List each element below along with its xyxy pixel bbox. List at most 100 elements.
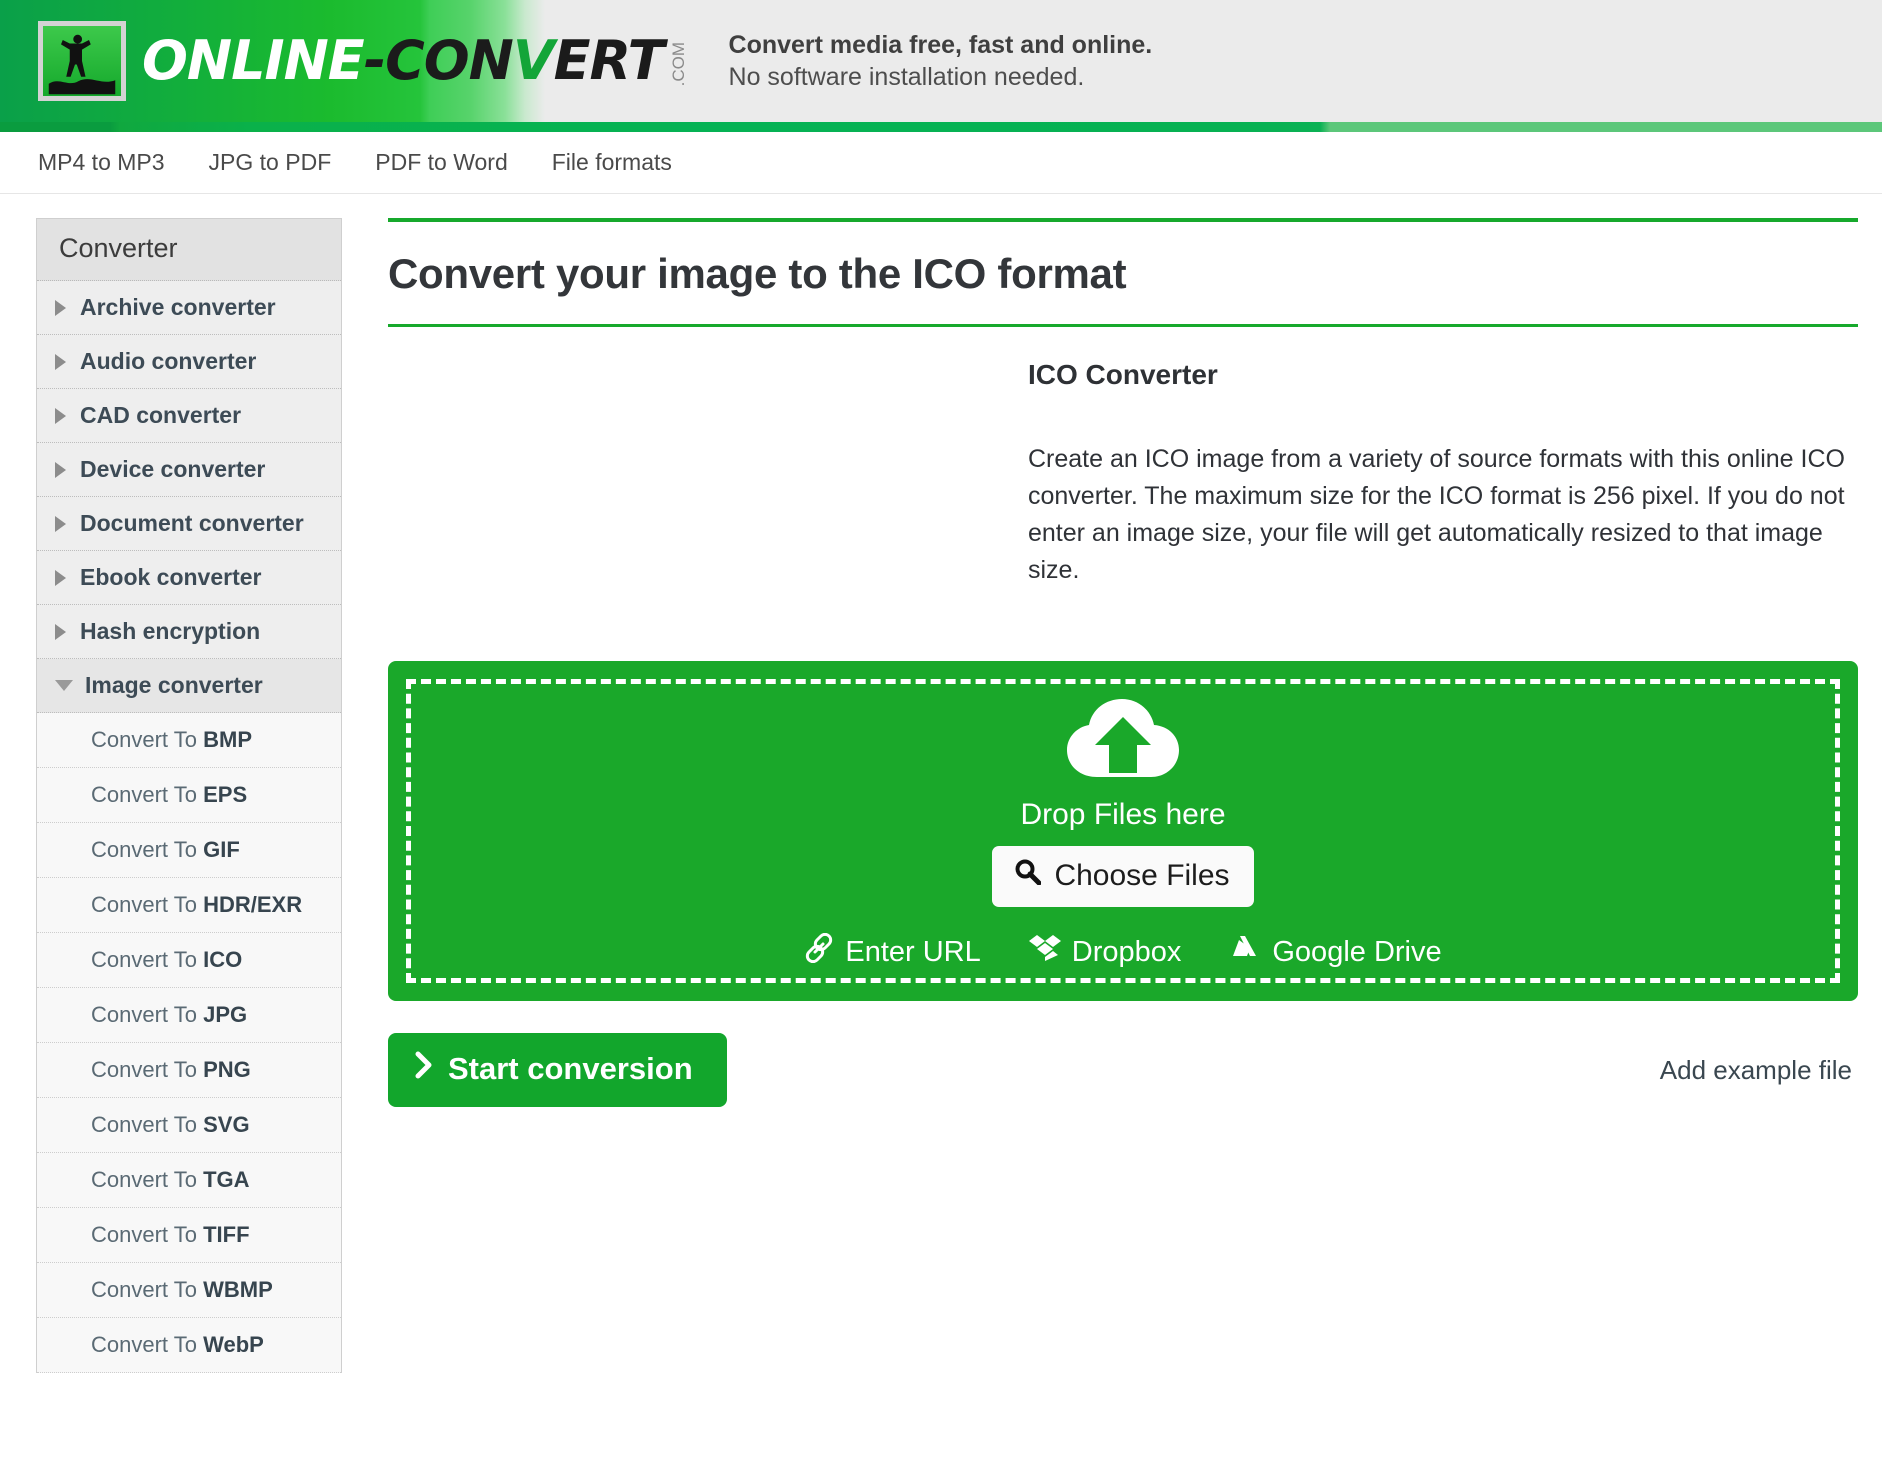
google-drive-icon bbox=[1229, 934, 1261, 970]
logo-text-online: ONLINE bbox=[142, 29, 364, 92]
logo-text-ert: ERT bbox=[554, 29, 664, 92]
sidebar-item-device-converter[interactable]: Device converter bbox=[37, 443, 341, 497]
main-content: Convert your image to the ICO format ICO… bbox=[378, 194, 1882, 1127]
subitem-prefix: Convert To bbox=[91, 1222, 203, 1247]
subitem-format: ICO bbox=[203, 947, 242, 972]
sidebar-item-image-converter[interactable]: Image converter bbox=[37, 659, 341, 713]
subitem-format: BMP bbox=[203, 727, 252, 752]
google-drive-link[interactable]: Google Drive bbox=[1229, 934, 1441, 970]
action-row: Start conversion Add example file bbox=[388, 1033, 1858, 1127]
sidebar: Converter Archive converter Audio conver… bbox=[0, 194, 378, 1373]
subitem-prefix: Convert To bbox=[91, 1332, 203, 1357]
site-logo[interactable]: ONLINE-CONVERT .COM bbox=[0, 21, 687, 101]
choose-files-label: Choose Files bbox=[1054, 859, 1229, 893]
tagline-line-2: No software installation needed. bbox=[729, 61, 1153, 94]
sidebar-item-label: Ebook converter bbox=[80, 564, 262, 591]
sidebar-item-cad-converter[interactable]: CAD converter bbox=[37, 389, 341, 443]
file-dropzone[interactable]: Drop Files here Choose Files bbox=[388, 661, 1858, 1001]
nav-item-mp4-to-mp3[interactable]: MP4 to MP3 bbox=[36, 145, 167, 180]
header-tagline: Convert media free, fast and online. No … bbox=[729, 29, 1153, 94]
subitem-prefix: Convert To bbox=[91, 1057, 203, 1082]
subitem-prefix: Convert To bbox=[91, 947, 203, 972]
sidebar-item-audio-converter[interactable]: Audio converter bbox=[37, 335, 341, 389]
logo-text-v: V bbox=[513, 29, 554, 92]
dropzone-inner: Drop Files here Choose Files bbox=[406, 679, 1840, 983]
sidebar-item-label: Archive converter bbox=[80, 294, 276, 321]
start-conversion-label: Start conversion bbox=[448, 1051, 693, 1087]
enter-url-label: Enter URL bbox=[845, 936, 980, 969]
search-icon bbox=[1014, 858, 1041, 893]
chevron-right-icon bbox=[55, 570, 66, 586]
subitem-prefix: Convert To bbox=[91, 1002, 203, 1027]
info-text-block: ICO Converter Create an ICO image from a… bbox=[1018, 359, 1858, 627]
logo-text-dash: - bbox=[364, 29, 385, 92]
sidebar-subitem-convert-to-ico[interactable]: Convert To ICO bbox=[37, 933, 341, 988]
person-raising-arms-icon bbox=[38, 21, 126, 101]
subitem-format: WebP bbox=[203, 1332, 264, 1357]
sidebar-item-label: Hash encryption bbox=[80, 618, 260, 645]
chevron-right-icon bbox=[55, 462, 66, 478]
choose-files-button[interactable]: Choose Files bbox=[992, 846, 1253, 907]
add-example-file-link[interactable]: Add example file bbox=[1660, 1055, 1858, 1086]
subitem-format: JPG bbox=[203, 1002, 247, 1027]
sidebar-item-label: Image converter bbox=[85, 672, 263, 699]
subitem-format: WBMP bbox=[203, 1277, 273, 1302]
subitem-prefix: Convert To bbox=[91, 782, 203, 807]
sidebar-subitem-convert-to-hdr-exr[interactable]: Convert To HDR/EXR bbox=[37, 878, 341, 933]
info-heading: ICO Converter bbox=[1028, 359, 1858, 391]
chevron-right-icon bbox=[55, 300, 66, 316]
subitem-format: TIFF bbox=[203, 1222, 249, 1247]
sidebar-subitem-convert-to-png[interactable]: Convert To PNG bbox=[37, 1043, 341, 1098]
source-links: Enter URL Dropbox bbox=[804, 933, 1441, 971]
sidebar-subitem-convert-to-eps[interactable]: Convert To EPS bbox=[37, 768, 341, 823]
sidebar-subitem-convert-to-webp[interactable]: Convert To WebP bbox=[37, 1318, 341, 1373]
subitem-prefix: Convert To bbox=[91, 1277, 203, 1302]
enter-url-link[interactable]: Enter URL bbox=[804, 933, 980, 971]
info-paragraph: Create an ICO image from a variety of so… bbox=[1028, 441, 1858, 589]
subitem-prefix: Convert To bbox=[91, 727, 203, 752]
sidebar-subitem-convert-to-jpg[interactable]: Convert To JPG bbox=[37, 988, 341, 1043]
sidebar-subitem-convert-to-bmp[interactable]: Convert To BMP bbox=[37, 713, 341, 768]
sidebar-title: Converter bbox=[37, 219, 341, 281]
sidebar-item-label: Document converter bbox=[80, 510, 304, 537]
logo-text-com: .COM bbox=[670, 42, 687, 86]
sidebar-item-label: Audio converter bbox=[80, 348, 256, 375]
subitem-prefix: Convert To bbox=[91, 892, 203, 917]
sidebar-item-label: CAD converter bbox=[80, 402, 241, 429]
sidebar-item-document-converter[interactable]: Document converter bbox=[37, 497, 341, 551]
info-section: ICO Converter Create an ICO image from a… bbox=[388, 327, 1858, 627]
sidebar-subitem-convert-to-tga[interactable]: Convert To TGA bbox=[37, 1153, 341, 1208]
nav-item-file-formats[interactable]: File formats bbox=[550, 145, 674, 180]
cloud-upload-icon bbox=[1065, 697, 1181, 792]
sidebar-subitem-convert-to-wbmp[interactable]: Convert To WBMP bbox=[37, 1263, 341, 1318]
nav-item-pdf-to-word[interactable]: PDF to Word bbox=[373, 145, 510, 180]
subitem-format: SVG bbox=[203, 1112, 249, 1137]
subitem-format: GIF bbox=[203, 837, 240, 862]
start-conversion-button[interactable]: Start conversion bbox=[388, 1033, 727, 1107]
subitem-format: TGA bbox=[203, 1167, 249, 1192]
dropbox-label: Dropbox bbox=[1072, 936, 1182, 969]
chevron-right-icon bbox=[55, 624, 66, 640]
subitem-prefix: Convert To bbox=[91, 1167, 203, 1192]
nav-item-jpg-to-pdf[interactable]: JPG to PDF bbox=[207, 145, 334, 180]
sidebar-item-ebook-converter[interactable]: Ebook converter bbox=[37, 551, 341, 605]
header-green-stripe bbox=[0, 122, 1882, 132]
main-navigation: MP4 to MP3 JPG to PDF PDF to Word File f… bbox=[0, 132, 1882, 194]
page-body: Converter Archive converter Audio conver… bbox=[0, 194, 1882, 1373]
sidebar-subitem-convert-to-tiff[interactable]: Convert To TIFF bbox=[37, 1208, 341, 1263]
chevron-right-icon bbox=[414, 1050, 434, 1088]
sidebar-item-archive-converter[interactable]: Archive converter bbox=[37, 281, 341, 335]
subitem-prefix: Convert To bbox=[91, 1112, 203, 1137]
converter-menu: Converter Archive converter Audio conver… bbox=[36, 218, 342, 1373]
sidebar-item-hash-encryption[interactable]: Hash encryption bbox=[37, 605, 341, 659]
logo-wordmark: ONLINE-CONVERT.COM bbox=[142, 34, 687, 88]
subitem-format: HDR/EXR bbox=[203, 892, 302, 917]
logo-text-con: CON bbox=[385, 29, 513, 92]
dropbox-icon bbox=[1029, 934, 1061, 970]
dropbox-link[interactable]: Dropbox bbox=[1029, 934, 1182, 970]
sidebar-subitem-convert-to-svg[interactable]: Convert To SVG bbox=[37, 1098, 341, 1153]
chevron-down-icon bbox=[55, 680, 73, 691]
subitem-prefix: Convert To bbox=[91, 837, 203, 862]
sidebar-subitem-convert-to-gif[interactable]: Convert To GIF bbox=[37, 823, 341, 878]
google-drive-label: Google Drive bbox=[1272, 936, 1441, 969]
